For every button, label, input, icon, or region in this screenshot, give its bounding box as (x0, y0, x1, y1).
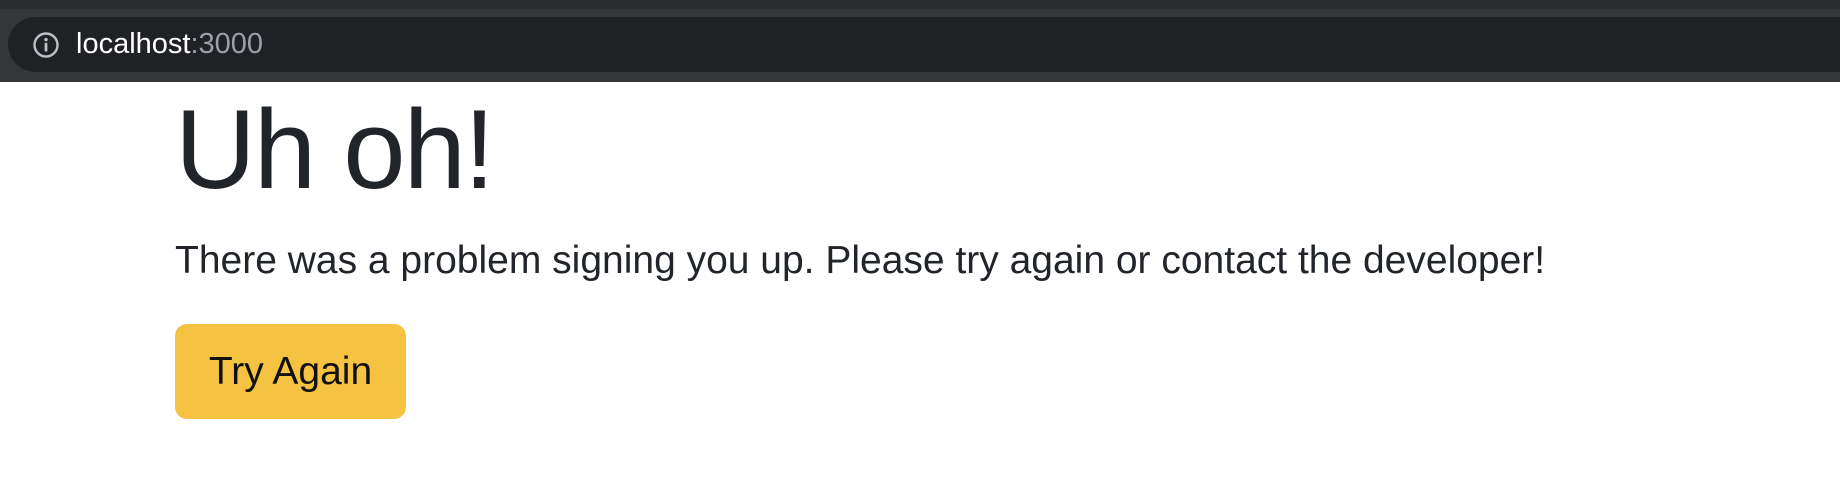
error-message: There was a problem signing you up. Plea… (175, 239, 1546, 282)
address-host: localhost (76, 28, 191, 60)
try-again-button[interactable]: Try Again (175, 324, 406, 419)
error-headline: Uh oh! (175, 87, 495, 212)
address-port: :3000 (190, 28, 264, 60)
browser-toolbar: localhost:3000 (0, 0, 1840, 82)
address-url[interactable]: localhost:3000 (76, 30, 263, 59)
page-content: Uh oh! There was a problem signing you u… (0, 82, 1840, 498)
address-bar[interactable]: localhost:3000 (8, 17, 1840, 72)
info-icon-glyph (33, 31, 59, 58)
info-icon[interactable] (30, 29, 62, 61)
tab-strip (0, 0, 1840, 9)
